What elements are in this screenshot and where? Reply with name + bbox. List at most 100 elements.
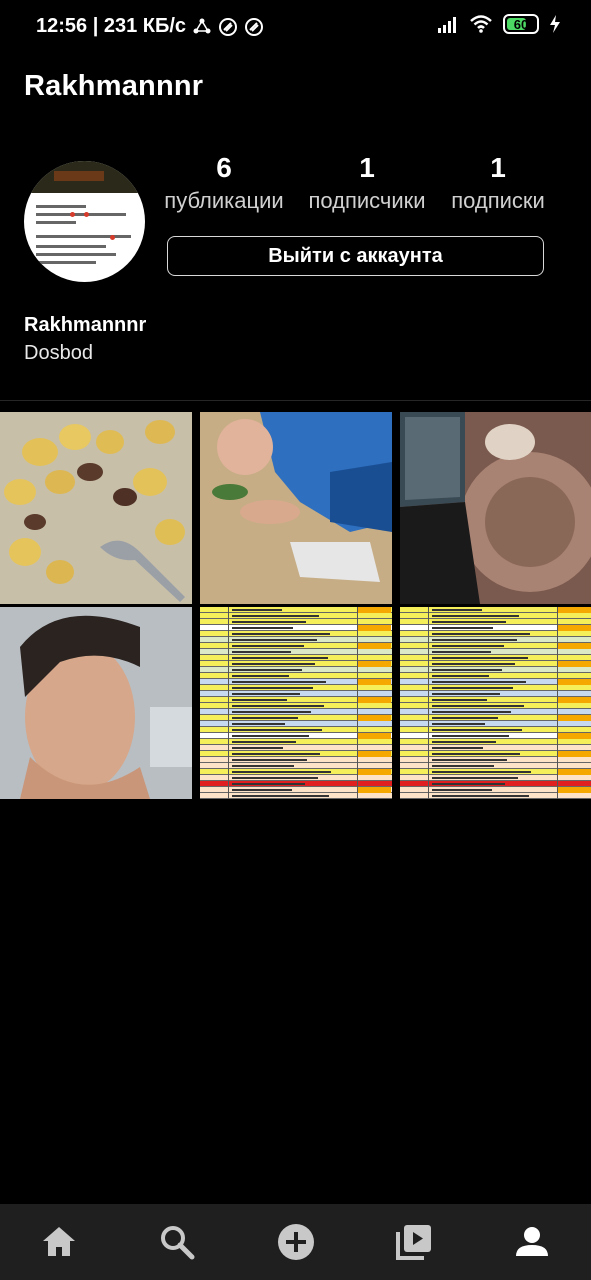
stat-posts[interactable]: 6 публикации [160, 150, 288, 216]
avatar-image-line [36, 245, 106, 248]
sheet-text [432, 645, 504, 647]
sheet-text [432, 795, 529, 797]
notification-icon-2 [245, 17, 264, 36]
post-thumbnail[interactable] [0, 607, 192, 799]
followers-count: 1 [359, 152, 375, 183]
logout-button[interactable]: Выйти с аккаунта [167, 236, 544, 276]
following-label: подписки [451, 188, 545, 213]
sheet-text [432, 759, 507, 761]
sheet-text [432, 669, 502, 671]
sheet-text [232, 735, 309, 737]
sheet-text [232, 651, 291, 653]
post-thumbnail[interactable] [0, 412, 192, 604]
search-icon [161, 1226, 195, 1260]
sheet-text [432, 777, 518, 779]
post-thumbnail[interactable] [400, 607, 591, 799]
sheet-text [232, 615, 319, 617]
profile-display-name: Rakhmannnr [24, 314, 147, 336]
avatar-image-line [36, 261, 96, 264]
post-thumbnail[interactable] [200, 412, 392, 604]
profile-stats: 6 публикации 1 подписчики 1 подписки [160, 150, 560, 220]
avatar[interactable] [24, 161, 145, 282]
nav-reels[interactable] [355, 1204, 473, 1280]
sheet-text [432, 681, 526, 683]
post-thumbnail[interactable] [400, 412, 591, 604]
divider [0, 400, 591, 401]
sheet-text [232, 669, 302, 671]
nav-search[interactable] [118, 1204, 236, 1280]
sheet-text [432, 747, 483, 749]
posts-label: публикации [164, 188, 284, 213]
charging-icon [550, 15, 560, 33]
sheet-text [432, 651, 491, 653]
sheet-text [232, 705, 324, 707]
notification-icon [219, 17, 238, 36]
sheet-text [232, 609, 282, 611]
sheet-column-line [357, 607, 358, 799]
post-thumbnail[interactable] [200, 607, 392, 799]
sheet-text [232, 639, 317, 641]
sheet-text [232, 753, 320, 755]
sheet-text [232, 741, 296, 743]
following-count: 1 [490, 152, 506, 183]
stat-following[interactable]: 1 подписки [446, 150, 550, 216]
sheet-text [432, 741, 496, 743]
nav-profile[interactable] [473, 1204, 591, 1280]
posts-grid [0, 412, 591, 799]
sheet-text [432, 687, 513, 689]
sheet-text [432, 705, 524, 707]
sheet-text [232, 765, 294, 767]
sheet-text [232, 645, 304, 647]
nav-home[interactable] [0, 1204, 118, 1280]
sheet-text [432, 615, 519, 617]
sheet-text [432, 789, 492, 791]
avatar-image-emoji [84, 212, 89, 217]
posts-count: 6 [216, 152, 232, 183]
app-screen: 12:56 | 231 КБ/с 60 Rakhmannnr 6 публика… [0, 0, 591, 1280]
avatar-image-line [36, 205, 86, 208]
status-time-speed: 12:56 | 231 КБ/с [36, 15, 187, 37]
sheet-text [232, 681, 326, 683]
sheet-text [432, 639, 517, 641]
followers-label: подписчики [308, 188, 426, 213]
sheet-text [232, 777, 318, 779]
avatar-image-band [54, 171, 104, 181]
profile-bio: Dosbod [24, 342, 93, 364]
profile-username-title: Rakhmannnr [24, 70, 204, 102]
sheet-text [432, 783, 505, 785]
sheet-text [232, 633, 330, 635]
sheet-text [232, 747, 283, 749]
sheet-text [432, 699, 487, 701]
sheet-text [232, 789, 292, 791]
avatar-image-emoji [110, 235, 115, 240]
sheet-text [432, 771, 531, 773]
sheet-column-line [228, 607, 229, 799]
bottom-nav [0, 1204, 591, 1280]
sheet-text [432, 753, 520, 755]
home-icon [43, 1227, 76, 1256]
sheet-text [432, 765, 494, 767]
sheet-text [432, 675, 489, 677]
post-image-selfie [0, 607, 192, 799]
sheet-text [232, 729, 322, 731]
sheet-column-line [557, 607, 558, 799]
profile-icon [515, 1227, 548, 1256]
sync-icon [193, 18, 211, 33]
sheet-text [232, 693, 300, 695]
avatar-image-line [36, 221, 76, 224]
post-image-child-sand [200, 412, 392, 604]
sheet-text [232, 627, 293, 629]
sheet-text [232, 771, 331, 773]
sheet-text [432, 693, 500, 695]
wifi-icon [470, 15, 492, 33]
sheet-text [232, 621, 306, 623]
sheet-text [432, 735, 509, 737]
stat-followers[interactable]: 1 подписчики [302, 150, 432, 216]
nav-add[interactable] [236, 1204, 354, 1280]
sheet-text [232, 723, 285, 725]
sheet-text [232, 699, 287, 701]
battery-icon: 60 [503, 14, 539, 34]
status-left: 12:56 | 231 КБ/с [36, 15, 264, 38]
sheet-text [432, 729, 522, 731]
sheet-text [232, 795, 329, 797]
